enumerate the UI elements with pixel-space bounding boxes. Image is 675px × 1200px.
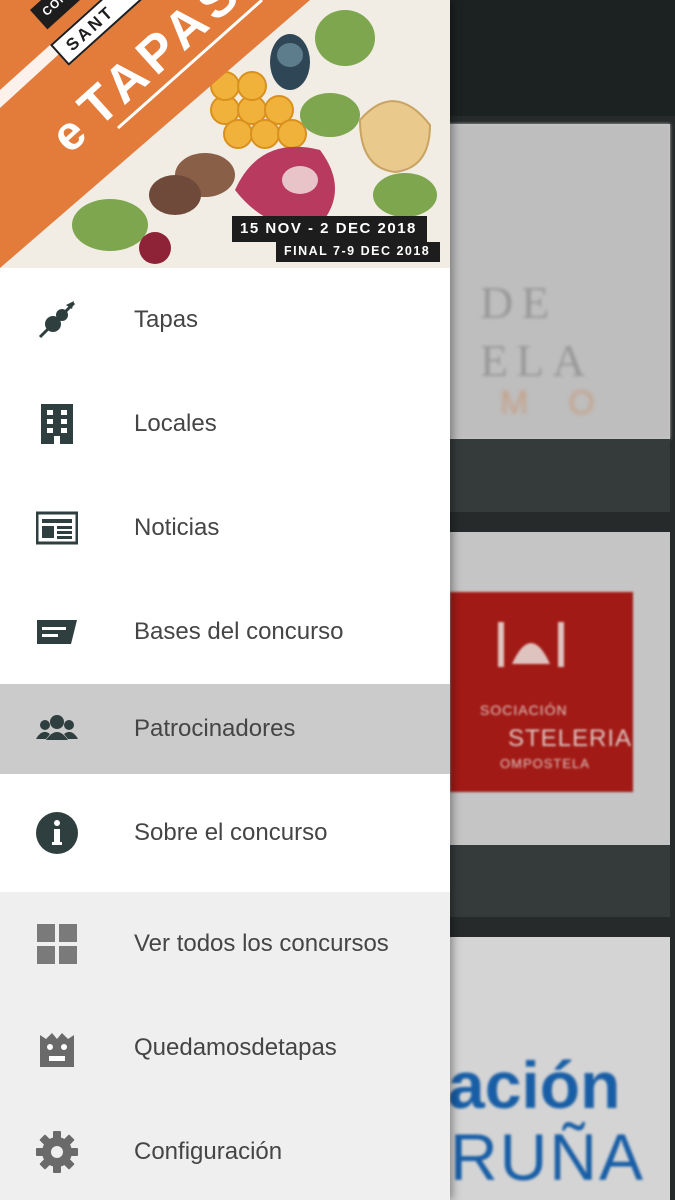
menu-item-bases-del-concurso[interactable]: Bases del concurso (0, 580, 450, 684)
navigation-drawer: CONC SANT e TAPAS 15 NOV - 2 DEC 2018 FI… (0, 0, 450, 1200)
newspaper-icon (36, 507, 78, 549)
building-icon (36, 403, 78, 445)
menu-item-ver-todos-los-concursos[interactable]: Ver todos los concursos (0, 892, 450, 996)
people-icon (36, 708, 78, 750)
menu-item-sobre-el-concurso[interactable]: Sobre el concurso (0, 774, 450, 892)
info-icon (36, 812, 78, 854)
menu-item-label: Quedamosdetapas (134, 1034, 337, 1061)
menu-item-label: Ver todos los concursos (134, 930, 389, 957)
menu-item-label: Sobre el concurso (134, 819, 328, 846)
menu-item-patrocinadores[interactable]: Patrocinadores (0, 684, 450, 774)
menu-item-locales[interactable]: Locales (0, 372, 450, 476)
menu-item-label: Noticias (134, 514, 220, 541)
menu-item-tapas[interactable]: Tapas (0, 268, 450, 372)
drawer-header-banner: CONC SANT e TAPAS 15 NOV - 2 DEC 2018 FI… (0, 0, 450, 268)
menu-item-noticias[interactable]: Noticias (0, 476, 450, 580)
gear-icon (36, 1131, 78, 1173)
menu-item-label: Configuración (134, 1138, 283, 1165)
message-icon (36, 611, 78, 653)
menu-item-label: Tapas (134, 306, 199, 333)
menu-item-label: Locales (134, 410, 217, 437)
banner-dates: 15 NOV - 2 DEC 2018 (232, 216, 427, 242)
menu-item-configuracion[interactable]: Configuración (0, 1100, 450, 1200)
skewer-icon (36, 299, 78, 341)
monster-icon (36, 1027, 78, 1069)
grid-icon (36, 923, 78, 965)
secondary-menu: Ver todos los concursos Quedamosdetapas (0, 892, 450, 1200)
menu-item-label: Patrocinadores (134, 715, 296, 742)
banner-final-dates: FINAL 7-9 DEC 2018 (276, 242, 441, 262)
menu-item-label: Bases del concurso (134, 618, 344, 645)
primary-menu: Tapas Locales Noticias Bases del concurs… (0, 268, 450, 892)
menu-item-quedamosdetapas[interactable]: Quedamosdetapas (0, 996, 450, 1100)
